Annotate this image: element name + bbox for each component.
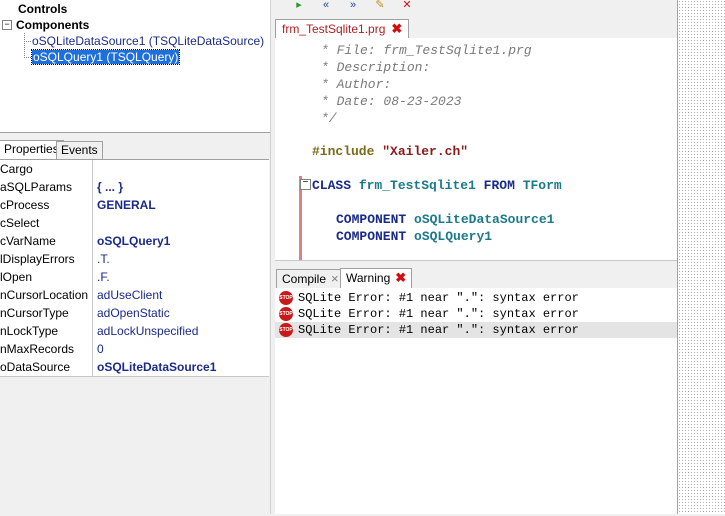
code-line-class: CLASS frm_TestSqlite1 FROM TForm bbox=[312, 178, 562, 193]
property-value[interactable]: GENERAL bbox=[97, 196, 156, 214]
tree-connector bbox=[24, 33, 25, 58]
tree-node-datasource[interactable]: oSQLiteDataSource1 (TSQLiteDataSource) bbox=[32, 34, 264, 48]
code-line: * Date: 08-23-2023 bbox=[321, 94, 462, 109]
tree-node-sqlquery[interactable]: oSQLQuery1 (TSQLQuery) bbox=[30, 49, 181, 65]
tab-properties[interactable]: Properties bbox=[0, 140, 64, 160]
property-name: cSelect bbox=[0, 214, 93, 232]
property-name: nCursorLocation bbox=[0, 286, 93, 304]
output-message[interactable]: STOP SQLite Error: #1 near ".": syntax er… bbox=[275, 306, 677, 322]
tab-label: frm_TestSqlite1.prg bbox=[282, 22, 386, 36]
code-line-component: COMPONENT oSQLQuery1 bbox=[336, 229, 492, 244]
code-line: * Author: bbox=[321, 77, 392, 92]
output-message[interactable]: STOP SQLite Error: #1 near ".": syntax er… bbox=[275, 290, 677, 306]
property-name: oDataSource bbox=[0, 358, 93, 376]
tab-label: Warning bbox=[346, 271, 391, 285]
tree-node-controls[interactable]: Controls bbox=[18, 2, 67, 16]
code-token: CLASS bbox=[312, 178, 352, 193]
stop-icon: STOP bbox=[279, 291, 293, 305]
property-value[interactable]: oSQLiteDataSource1 bbox=[97, 358, 216, 376]
delete-icon[interactable]: ✕ bbox=[400, 0, 414, 11]
run-icon[interactable]: ▸ bbox=[292, 0, 306, 11]
code-token: oSQLiteDataSource1 bbox=[414, 212, 555, 227]
property-value[interactable]: 0 bbox=[97, 340, 104, 358]
property-value[interactable]: adOpenStatic bbox=[97, 304, 170, 322]
editor-tabs: frm_TestSqlite1.prg ✖ bbox=[275, 15, 677, 39]
code-token: frm_TestSqlite1 bbox=[358, 178, 476, 193]
property-name: lDisplayErrors bbox=[0, 250, 93, 268]
property-name: nMaxRecords bbox=[0, 340, 93, 358]
property-row[interactable]: aSQLParams{ ... } bbox=[0, 178, 269, 197]
property-value[interactable]: .T. bbox=[97, 250, 110, 268]
property-row[interactable]: cVarName oSQLQuery1 bbox=[0, 232, 269, 251]
tree-node-components[interactable]: Components bbox=[16, 18, 89, 32]
close-icon[interactable]: × bbox=[331, 271, 339, 286]
property-name: nCursorType bbox=[0, 304, 93, 322]
edit-icon[interactable]: ✎ bbox=[373, 0, 387, 11]
code-line: * File: frm_TestSqlite1.prg bbox=[321, 43, 532, 58]
property-name: nLockType bbox=[0, 322, 93, 340]
property-row[interactable]: lOpen .F. bbox=[0, 268, 269, 287]
property-name: cProcess bbox=[0, 196, 93, 214]
property-value[interactable]: .F. bbox=[97, 268, 110, 286]
property-grid: Cargo aSQLParams{ ... } cProcess GENERAL … bbox=[0, 159, 269, 516]
tab-events[interactable]: Events bbox=[56, 141, 103, 160]
property-row[interactable]: nLockType adLockUnspecified bbox=[0, 322, 269, 341]
output-tabs: Compile × Warning ✖ bbox=[275, 266, 677, 289]
back-icon[interactable]: « bbox=[319, 0, 333, 11]
editor-gutter bbox=[275, 38, 309, 260]
property-value[interactable]: adUseClient bbox=[97, 286, 162, 304]
stop-icon: STOP bbox=[279, 323, 293, 337]
property-value[interactable]: { ... } bbox=[97, 178, 123, 196]
property-name: aSQLParams bbox=[0, 178, 93, 196]
property-name: cVarName bbox=[0, 232, 93, 250]
property-row[interactable]: nCursorLocation adUseClient bbox=[0, 286, 269, 305]
code-token: TForm bbox=[522, 178, 562, 193]
tree-connector bbox=[24, 41, 31, 42]
inspector-tabs: Properties Events bbox=[0, 140, 270, 160]
code-line-component: COMPONENT oSQLiteDataSource1 bbox=[336, 212, 554, 227]
property-row[interactable]: cSelect bbox=[0, 214, 269, 233]
tab-compile[interactable]: Compile × bbox=[276, 269, 345, 288]
code-line: * Description: bbox=[321, 60, 431, 75]
output-panel: STOP SQLite Error: #1 near ".": syntax er… bbox=[275, 288, 677, 514]
fold-icon[interactable]: − bbox=[300, 179, 311, 190]
code-token: COMPONENT bbox=[336, 212, 407, 227]
editor-toolbar: ▸ « » ✎ ✕ bbox=[275, 0, 677, 15]
code-token: "Xailer.ch" bbox=[382, 144, 469, 159]
message-text: SQLite Error: #1 near ".": syntax error bbox=[298, 323, 579, 337]
property-value[interactable]: adLockUnspecified bbox=[97, 322, 198, 340]
stop-icon: STOP bbox=[279, 307, 293, 321]
forward-icon[interactable]: » bbox=[346, 0, 360, 11]
property-row[interactable]: nMaxRecords 0 bbox=[0, 340, 269, 359]
close-icon[interactable]: ✖ bbox=[395, 270, 406, 285]
code-line: */ bbox=[321, 111, 337, 126]
property-row[interactable]: oDataSource oSQLiteDataSource1 bbox=[0, 358, 269, 377]
message-text: SQLite Error: #1 near ".": syntax error bbox=[298, 291, 579, 305]
component-tree[interactable]: Controls − Components oSQLiteDataSource1… bbox=[0, 0, 271, 133]
output-message[interactable]: STOP SQLite Error: #1 near ".": syntax er… bbox=[275, 322, 677, 338]
code-token: FROM bbox=[483, 178, 515, 193]
property-value[interactable]: oSQLQuery1 bbox=[97, 232, 170, 250]
code-line-include: #include "Xailer.ch" bbox=[312, 144, 468, 159]
tab-editor-file[interactable]: frm_TestSqlite1.prg ✖ bbox=[275, 19, 410, 38]
tree-connector bbox=[24, 57, 31, 58]
code-editor[interactable]: * File: frm_TestSqlite1.prg * Descriptio… bbox=[275, 38, 677, 260]
property-row[interactable]: nCursorType adOpenStatic bbox=[0, 304, 269, 323]
code-token: COMPONENT bbox=[336, 229, 407, 244]
property-row[interactable]: lDisplayErrors .T. bbox=[0, 250, 269, 269]
collapse-icon[interactable]: − bbox=[2, 20, 12, 30]
message-text: SQLite Error: #1 near ".": syntax error bbox=[298, 307, 579, 321]
code-token: oSQLQuery1 bbox=[414, 229, 493, 244]
design-surface[interactable] bbox=[677, 0, 725, 514]
property-row[interactable]: cProcess GENERAL bbox=[0, 196, 269, 215]
tab-label: Compile bbox=[282, 272, 327, 286]
property-row[interactable]: Cargo bbox=[0, 160, 269, 179]
close-icon[interactable]: ✖ bbox=[391, 21, 402, 36]
code-token: #include bbox=[312, 144, 375, 159]
property-name: Cargo bbox=[0, 160, 93, 178]
tab-warning[interactable]: Warning ✖ bbox=[340, 268, 413, 289]
property-name: lOpen bbox=[0, 268, 93, 286]
